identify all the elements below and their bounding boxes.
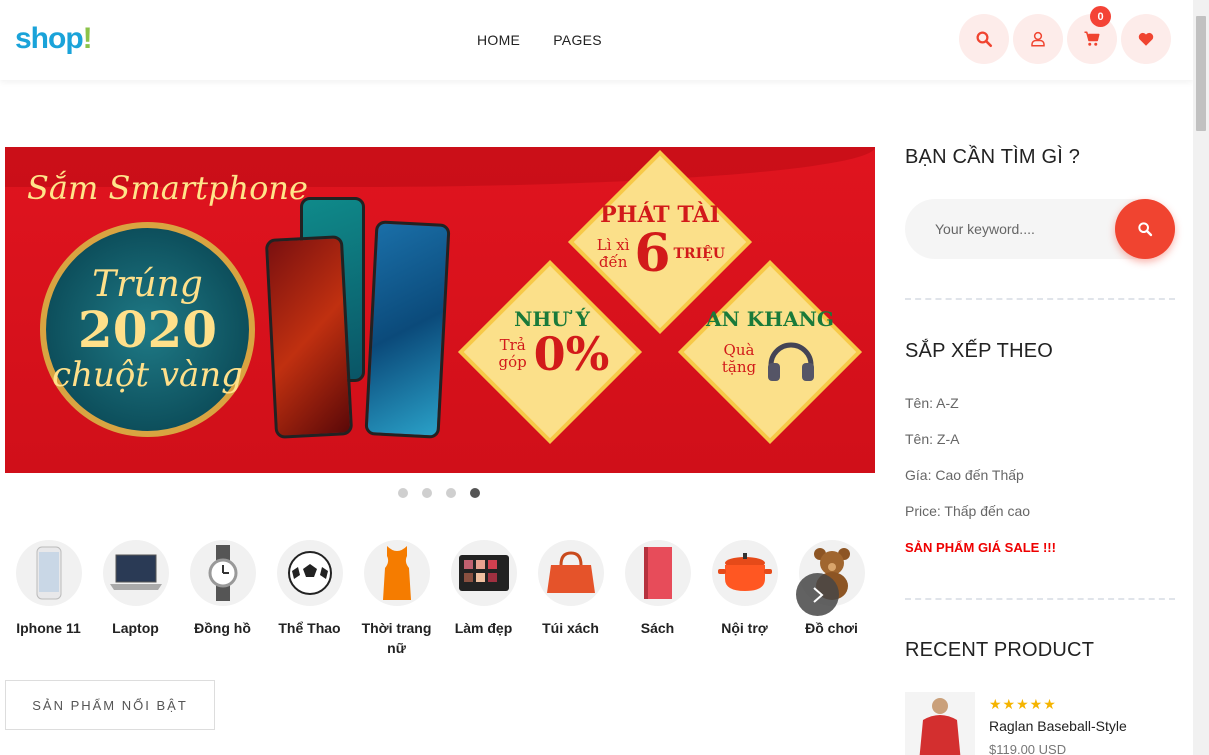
- cart-count-badge: 0: [1090, 6, 1111, 27]
- sort-option-name-desc[interactable]: Tên: Z-A: [905, 431, 959, 447]
- category-carousel: Iphone 11 Laptop Đồng hồ Thể Thao Thời t…: [5, 540, 875, 658]
- category-item[interactable]: Iphone 11: [5, 540, 92, 658]
- promo-right-text: Quà tặng: [721, 341, 757, 376]
- promo-diamond-right-text: AN KHANG Quà tặng: [705, 307, 835, 387]
- logo-mark: !: [82, 22, 93, 55]
- banner-circle-line3: chuột vàng: [52, 355, 243, 395]
- promo-diamond-left-text: NHƯ Ý Trả góp 0%: [487, 307, 617, 377]
- sort-widget-title: SẮP XẾP THEO: [905, 340, 1054, 362]
- banner-pagination: [398, 488, 480, 498]
- search-icon: [1138, 222, 1153, 237]
- search-input[interactable]: [919, 199, 1109, 259]
- makeup-palette-icon: [450, 540, 517, 606]
- category-label: Thời trang nữ: [361, 620, 432, 656]
- promo-top-text: Lì xì đến: [596, 236, 630, 271]
- category-item[interactable]: Thời trang nữ: [353, 540, 440, 658]
- cart-button[interactable]: 0: [1067, 6, 1117, 64]
- category-item[interactable]: Đồng hồ: [179, 540, 266, 658]
- soccer-ball-icon: [276, 540, 343, 606]
- divider: [905, 598, 1175, 600]
- book-icon: [624, 540, 691, 606]
- divider: [905, 298, 1175, 300]
- promo-diamond-top-text: PHÁT TÀI Lì xì đến 6 TRIỆU: [595, 202, 725, 280]
- category-label: Laptop: [112, 620, 159, 636]
- sort-option-price-asc[interactable]: Price: Thấp đến cao: [905, 503, 1030, 519]
- category-label: Sách: [640, 620, 675, 636]
- promo-left-big: 0%: [533, 327, 610, 381]
- heart-icon: [1138, 32, 1154, 46]
- logo-text: shop: [15, 22, 84, 55]
- promo-top-unit: TRIỆU: [673, 246, 725, 262]
- category-item[interactable]: Làm đẹp: [440, 540, 527, 658]
- sale-products-link[interactable]: SẢN PHẨM GIÁ SALE !!!: [905, 540, 1056, 555]
- laptop-icon: [102, 540, 169, 606]
- rating-stars: ★★★★★: [989, 696, 1057, 712]
- category-item[interactable]: Laptop: [92, 540, 179, 658]
- sidebar-search: [905, 199, 1175, 259]
- user-icon: [1031, 31, 1045, 47]
- hero-banner[interactable]: Sắm Smartphone Trúng 2020 chuột vàng PHÁ…: [5, 147, 875, 473]
- category-label: Thể Thao: [278, 620, 341, 636]
- nav-home[interactable]: HOME: [477, 32, 520, 48]
- search-icon: [976, 31, 993, 48]
- category-item[interactable]: Nội trợ: [701, 540, 788, 658]
- scrollbar-thumb[interactable]: [1196, 16, 1206, 131]
- page-scrollbar[interactable]: [1193, 0, 1209, 755]
- nav-pages[interactable]: PAGES: [553, 32, 602, 48]
- pot-icon: [711, 540, 778, 606]
- phone-image: [264, 235, 354, 439]
- category-item[interactable]: Túi xách: [527, 540, 614, 658]
- wishlist-button[interactable]: [1121, 14, 1171, 64]
- product-price: $119.00 USD: [989, 742, 1067, 755]
- phone-image: [364, 220, 451, 439]
- banner-circle-year: 2020: [77, 300, 218, 359]
- phone-icon: [15, 540, 82, 606]
- category-label: Iphone 11: [16, 620, 81, 636]
- category-label: Đồng hồ: [194, 620, 251, 636]
- banner-headline: Sắm Smartphone: [27, 169, 308, 207]
- banner-circle-line1: Trúng: [92, 264, 203, 305]
- search-submit-button[interactable]: [1115, 199, 1175, 259]
- featured-products-tab[interactable]: SẢN PHẨM NỔI BẬT: [5, 680, 215, 730]
- header-actions: 0: [959, 6, 1171, 64]
- category-next-button[interactable]: [796, 573, 839, 616]
- product-thumbnail[interactable]: [905, 692, 975, 755]
- promo-left-text: Trả góp: [498, 336, 527, 371]
- sort-option-price-desc[interactable]: Gía: Cao đến Thấp: [905, 467, 1024, 483]
- slide-dot-2[interactable]: [422, 488, 432, 498]
- site-header: shop! HOME PAGES 0: [0, 0, 1193, 80]
- category-label: Nội trợ: [721, 620, 768, 636]
- category-label: Đồ chơi: [805, 620, 858, 636]
- product-name[interactable]: Raglan Baseball-Style: [989, 718, 1127, 734]
- cart-icon: [1084, 31, 1100, 46]
- promo-right-title: AN KHANG: [706, 307, 834, 331]
- page: shop! HOME PAGES 0 Sắm Smartphone Trúng …: [0, 0, 1209, 755]
- slide-dot-3[interactable]: [446, 488, 456, 498]
- watch-icon: [189, 540, 256, 606]
- headphones-icon: [768, 342, 814, 381]
- search-widget-title: BẠN CẦN TÌM GÌ ?: [905, 146, 1081, 168]
- handbag-icon: [537, 540, 604, 606]
- category-label: Túi xách: [542, 620, 599, 636]
- banner-circle: Trúng 2020 chuột vàng: [40, 222, 255, 437]
- category-item[interactable]: Sách: [614, 540, 701, 658]
- promo-top-big: 6: [634, 223, 671, 284]
- slide-dot-4-active[interactable]: [470, 488, 480, 498]
- category-label: Làm đẹp: [454, 620, 513, 636]
- category-item[interactable]: Thể Thao: [266, 540, 353, 658]
- recent-product-title: RECENT PRODUCT: [905, 639, 1095, 661]
- sort-option-name-asc[interactable]: Tên: A-Z: [905, 395, 959, 411]
- search-button[interactable]: [959, 14, 1009, 64]
- slide-dot-1[interactable]: [398, 488, 408, 498]
- account-button[interactable]: [1013, 14, 1063, 64]
- chevron-right-icon: [812, 586, 824, 603]
- main-nav: HOME PAGES: [477, 32, 602, 48]
- recent-product-item[interactable]: ★★★★★ Raglan Baseball-Style $119.00 USD: [905, 692, 1175, 755]
- dress-icon: [363, 540, 430, 606]
- logo[interactable]: shop!: [15, 22, 93, 56]
